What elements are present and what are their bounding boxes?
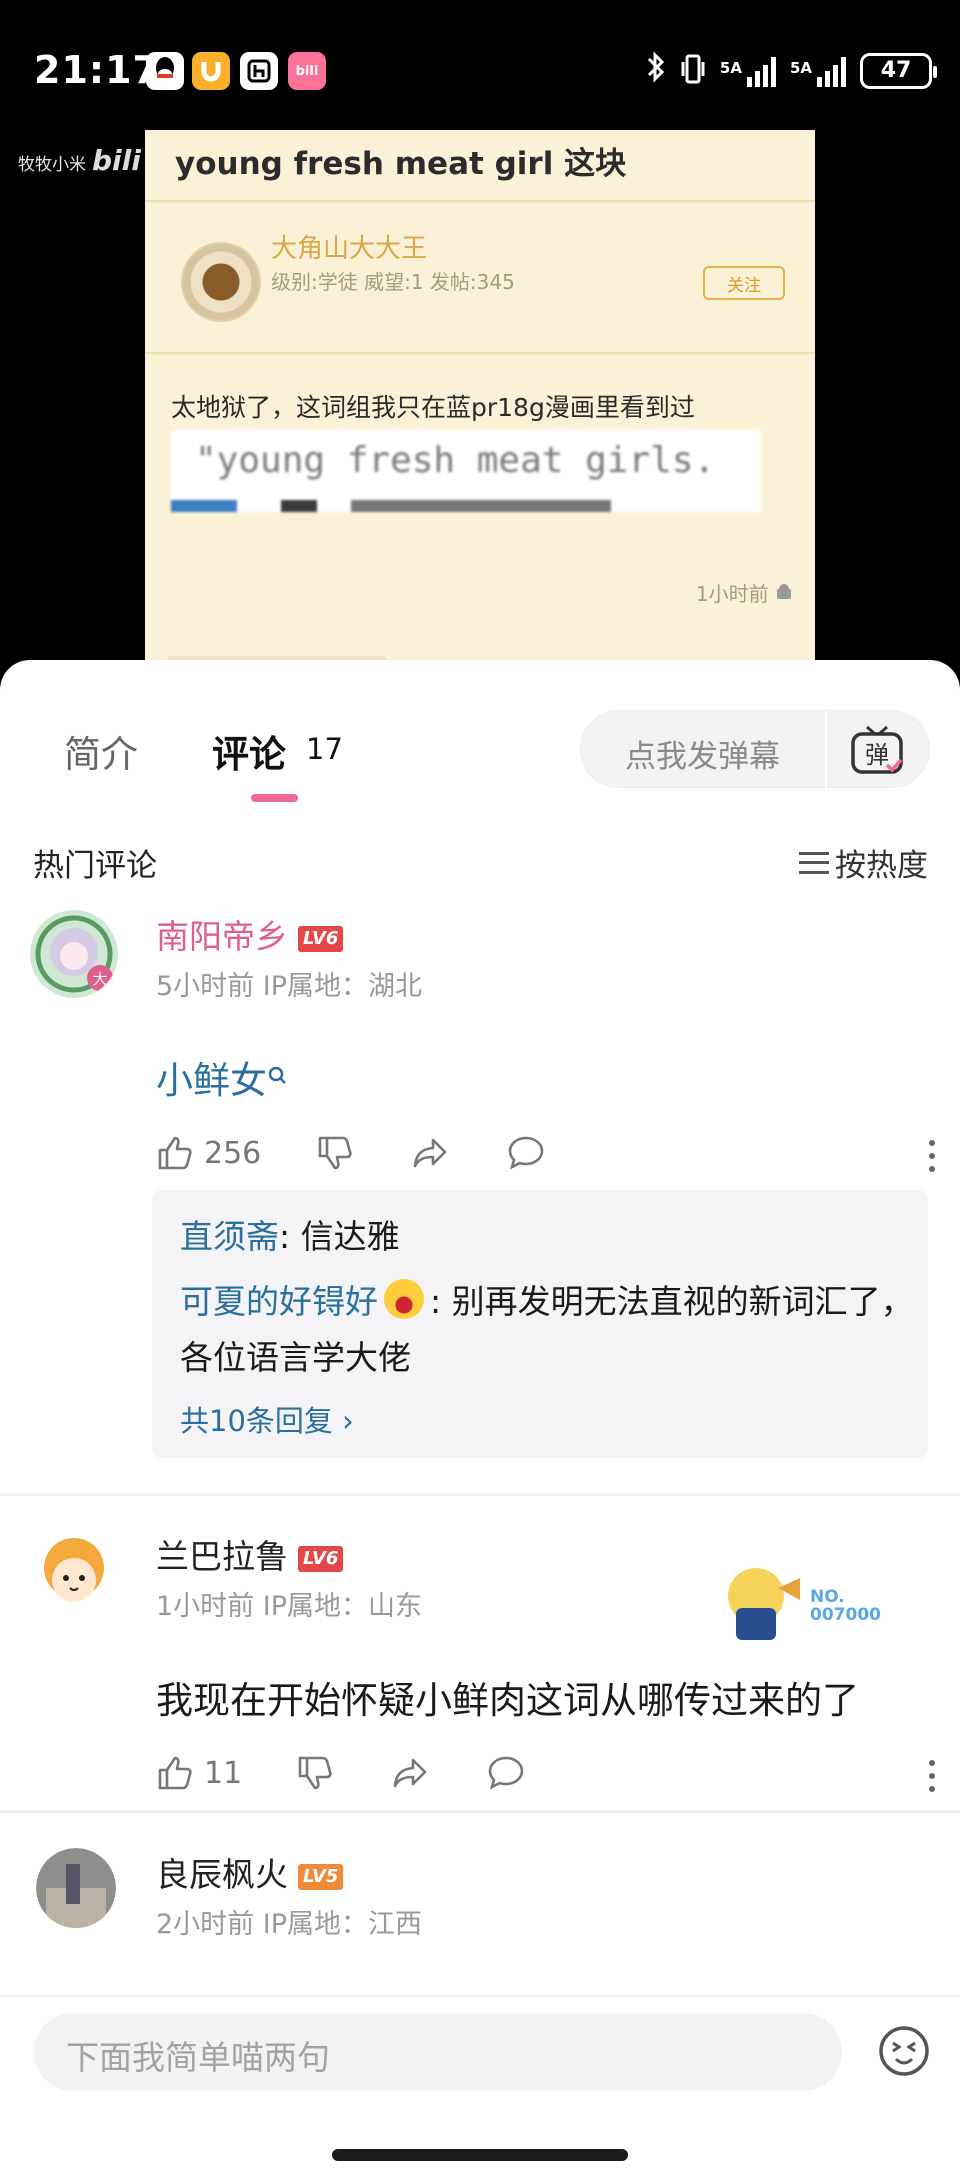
quote-image: "young fresh meat girls. [171, 430, 761, 512]
screen: 21:17 bili 5A 5A 47 牧牧小米 bili young fresh… [0, 0, 960, 2177]
home-indicator[interactable] [332, 2149, 628, 2161]
post-avatar [181, 242, 261, 322]
reply-button[interactable] [486, 1754, 526, 1792]
danmu-placeholder: 点我发弹幕 [625, 739, 780, 775]
video-frame: young fresh meat girl 这块 大角山大大王 级别:学徒 威望… [145, 130, 815, 670]
svg-text:弹: 弹 [865, 741, 889, 769]
danmu-toggle-icon[interactable]: 弹 [849, 723, 905, 777]
comment-author[interactable]: 兰巴拉鲁 LV6 [156, 1530, 344, 1578]
avatar[interactable] [30, 1530, 118, 1618]
thumb-down-icon [298, 1756, 332, 1790]
avatar[interactable] [36, 1848, 116, 1928]
hot-comments-title: 热门评论 [33, 848, 157, 884]
vibrate-icon [680, 52, 706, 90]
reply-item: 可夏的好锝好: 别再发明无法直视的新词汇了，各位语言学大佬 [180, 1274, 920, 1386]
follow-button: 关注 [703, 266, 785, 300]
thumb-up-icon [158, 1756, 192, 1790]
post-meta: 级别:学徒 威望:1 发帖:345 [271, 270, 515, 294]
level-badge: LV6 [298, 1545, 344, 1572]
signal-icon: 5A [720, 55, 776, 87]
more-icon[interactable] [928, 1140, 936, 1176]
comment-meta: 5小时前 IP属地：湖北 [156, 971, 423, 1002]
tab-bar: 简介 评论 17 点我发弹幕 弹 [0, 660, 960, 810]
qq-icon [146, 52, 184, 90]
comment-input-bar: 下面我简单喵两句 [0, 1995, 960, 2177]
signal-icon-2: 5A [790, 55, 846, 87]
comment-bubble-icon [488, 1756, 524, 1790]
level-badge: LV5 [298, 1863, 344, 1890]
comment-text: 我现在开始怀疑小鲜肉这词从哪传过来的了 [156, 1679, 859, 1722]
comment-author[interactable]: 南阳帝乡 LV6 [156, 910, 344, 958]
emoji-icon[interactable] [878, 2025, 930, 2077]
view-more-replies[interactable]: 共10条回复 › [180, 1398, 354, 1440]
search-icon[interactable] [267, 1065, 289, 1087]
reply-button[interactable] [506, 1134, 546, 1172]
battery-icon: 47 [860, 52, 937, 89]
dislike-button[interactable] [296, 1754, 334, 1792]
tab-indicator [251, 794, 298, 802]
comment-text: 小鲜女 [156, 1050, 289, 1104]
post-text: 太地狱了，这词组我只在蓝pr18g漫画里看到过 [171, 393, 695, 422]
comment-author[interactable]: 良辰枫火 LV5 [156, 1848, 344, 1896]
reply-item: 直须斋: 信达雅 [180, 1217, 400, 1256]
share-icon [413, 1138, 447, 1168]
share-button[interactable] [411, 1134, 449, 1172]
dislike-button[interactable] [316, 1134, 354, 1172]
crying-emoji-icon [384, 1279, 424, 1319]
more-icon[interactable] [928, 1760, 936, 1796]
comment-actions: 256 [156, 1134, 936, 1182]
like-button[interactable]: 256 [156, 1134, 261, 1172]
video-player[interactable]: 牧牧小米 bili young fresh meat girl 这块 大角山大大王… [0, 130, 960, 670]
level-badge: LV6 [298, 925, 344, 952]
ushare-icon [192, 52, 230, 90]
thumb-down-icon [318, 1136, 352, 1170]
sort-button[interactable]: 按热度 [799, 840, 928, 885]
comment-bubble-icon [508, 1136, 544, 1170]
comment-count: 17 [306, 732, 343, 766]
status-bar: 21:17 bili 5A 5A 47 [0, 0, 960, 130]
frame-title: young fresh meat girl 这块 [175, 146, 627, 182]
status-time: 21:17 [34, 48, 160, 92]
watermark: 牧牧小米 bili [18, 144, 141, 177]
comment-input[interactable]: 下面我简单喵两句 [34, 2013, 842, 2091]
bilibili-icon: bili [288, 52, 326, 90]
bluetooth-icon [646, 50, 666, 91]
like-button[interactable]: 11 [156, 1754, 242, 1792]
comment-meta: 1小时前 IP属地：山东 [156, 1591, 423, 1622]
status-right: 5A 5A 47 [646, 50, 937, 91]
comment-meta: 2小时前 IP属地：江西 [156, 1909, 423, 1940]
post-author: 大角山大大王 [271, 234, 428, 264]
comment-sheet: 简介 评论 17 点我发弹幕 弹 热门评论 按热度 大 南阳帝乡 LV6 5小时… [0, 660, 960, 2177]
fan-badge: NO. 007000 [718, 1558, 898, 1648]
comment-actions: 11 [156, 1754, 936, 1802]
tab-intro[interactable]: 简介 [64, 724, 138, 778]
share-icon [393, 1758, 427, 1788]
tab-comments[interactable]: 评论 [212, 724, 286, 778]
thumb-up-icon [158, 1136, 192, 1170]
post-time: 1小时前 [696, 578, 793, 607]
h-icon [240, 52, 278, 90]
svg-text:大: 大 [92, 970, 107, 988]
reply-box[interactable]: 直须斋: 信达雅 可夏的好锝好: 别再发明无法直视的新词汇了，各位语言学大佬 共… [152, 1190, 928, 1458]
sort-icon [799, 851, 829, 874]
android-icon [777, 584, 791, 599]
danmu-input[interactable]: 点我发弹幕 弹 [580, 710, 930, 789]
share-button[interactable] [391, 1754, 429, 1792]
avatar[interactable]: 大 [30, 910, 118, 998]
